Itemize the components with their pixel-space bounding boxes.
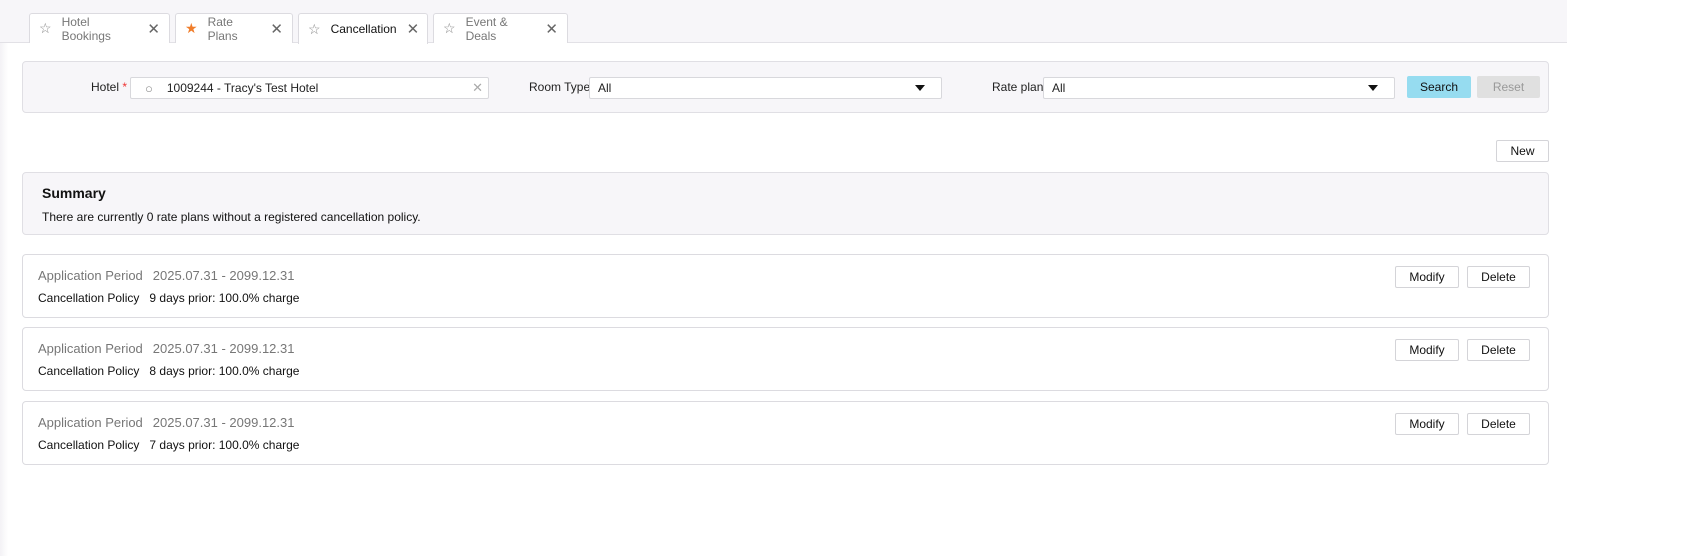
policy-value: 9 days prior: 100.0% charge	[149, 291, 300, 305]
period-value: 2025.07.31 - 2099.12.31	[152, 268, 295, 283]
policy-value: 7 days prior: 100.0% charge	[149, 438, 300, 452]
close-icon[interactable]: ✕	[407, 20, 420, 38]
delete-button[interactable]: Delete	[1467, 413, 1530, 435]
room-type-label: Room Type	[529, 80, 591, 94]
summary-text: There are currently 0 rate plans without…	[42, 210, 421, 224]
new-button[interactable]: New	[1496, 140, 1549, 162]
star-icon[interactable]: ☆	[39, 20, 52, 37]
search-icon: ○	[145, 80, 153, 96]
star-filled-icon[interactable]: ★	[185, 20, 198, 37]
close-icon[interactable]: ✕	[270, 20, 283, 38]
hotel-search-input[interactable]: ○ 1009244 - Tracy's Test Hotel ✕	[130, 77, 489, 99]
left-gutter	[0, 43, 8, 556]
period-value: 2025.07.31 - 2099.12.31	[152, 415, 295, 430]
room-type-value: All	[598, 81, 612, 95]
close-icon[interactable]: ✕	[147, 20, 160, 38]
tab-hotel-bookings[interactable]: ☆ Hotel Bookings ✕	[29, 13, 170, 43]
search-button[interactable]: Search	[1407, 76, 1471, 98]
star-icon[interactable]: ☆	[443, 20, 456, 37]
rate-plan-label: Rate plan	[992, 80, 1044, 94]
tab-cancellation[interactable]: ☆ Cancellation ✕	[298, 13, 428, 44]
delete-button[interactable]: Delete	[1467, 266, 1530, 288]
period-value: 2025.07.31 - 2099.12.31	[152, 341, 295, 356]
tab-bar: ☆ Hotel Bookings ✕ ★ Rate Plans ✕ ☆ Cancellat…	[0, 0, 1567, 44]
period-label: Application Period	[38, 415, 143, 430]
tab-label: Rate Plans	[207, 14, 238, 43]
summary-panel: Summary There are currently 0 rate plans…	[22, 172, 1549, 235]
delete-button[interactable]: Delete	[1467, 339, 1530, 361]
policy-label: Cancellation Policy	[38, 364, 140, 378]
reset-button[interactable]: Reset	[1477, 76, 1540, 98]
star-icon[interactable]: ☆	[308, 21, 321, 38]
rate-plan-select[interactable]: All	[1043, 77, 1395, 99]
modify-button[interactable]: Modify	[1395, 413, 1459, 435]
room-type-select[interactable]: All	[589, 77, 942, 99]
summary-title: Summary	[42, 185, 106, 201]
policy-card: Application Period 2025.07.31 - 2099.12.3…	[22, 401, 1549, 465]
clear-icon[interactable]: ✕	[472, 80, 483, 96]
dropdown-arrow-icon	[915, 85, 925, 91]
modify-button[interactable]: Modify	[1395, 266, 1459, 288]
rate-plan-value: All	[1052, 81, 1066, 95]
tab-rate-plans[interactable]: ★ Rate Plans ✕	[175, 13, 293, 43]
modify-button[interactable]: Modify	[1395, 339, 1459, 361]
hotel-label: Hotel *	[91, 80, 128, 94]
policy-card: Application Period 2025.07.31 - 2099.12.3…	[22, 254, 1549, 318]
policy-value: 8 days prior: 100.0% charge	[149, 364, 300, 378]
tab-event-deals[interactable]: ☆ Event & Deals ✕	[433, 13, 568, 43]
filter-panel: Hotel * ○ 1009244 - Tracy's Test Hotel ✕…	[22, 61, 1549, 113]
tab-label: Cancellation	[330, 22, 397, 36]
policy-card: Application Period 2025.07.31 - 2099.12.3…	[22, 327, 1549, 391]
period-label: Application Period	[38, 268, 143, 283]
hotel-value: 1009244 - Tracy's Test Hotel	[166, 81, 319, 95]
policy-label: Cancellation Policy	[38, 291, 140, 305]
tab-label: Hotel Bookings	[61, 14, 111, 43]
close-icon[interactable]: ✕	[545, 20, 558, 38]
tab-label: Event & Deals	[465, 14, 508, 43]
dropdown-arrow-icon	[1368, 85, 1378, 91]
policy-label: Cancellation Policy	[38, 438, 140, 452]
period-label: Application Period	[38, 341, 143, 356]
